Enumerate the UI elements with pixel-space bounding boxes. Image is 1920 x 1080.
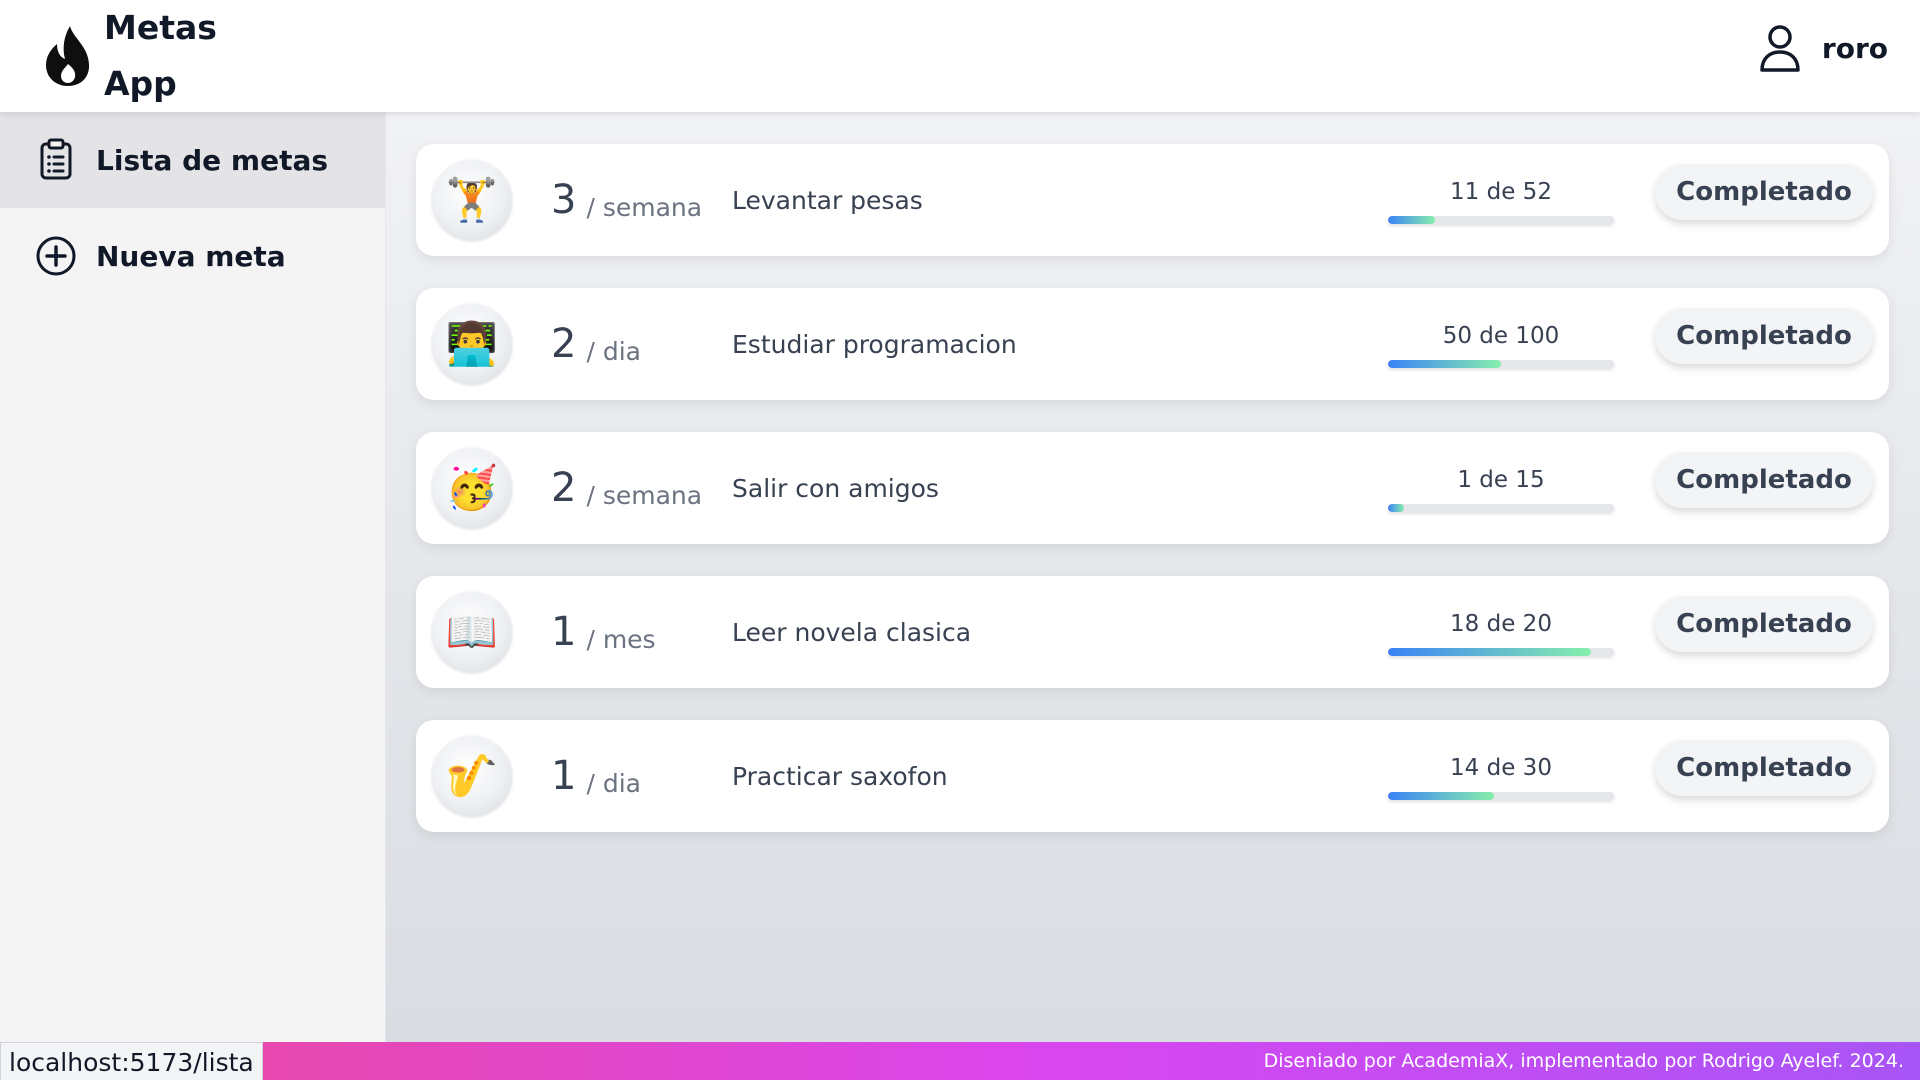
goal-frequency: 2 / dia [551,288,641,400]
progress-text: 50 de 100 [1442,323,1560,349]
complete-button[interactable]: Completado [1655,596,1873,652]
weightlifting-icon: 🏋️ [432,160,512,240]
user-icon [1760,25,1800,72]
plus-circle-icon [36,236,76,276]
frequency-period: / mes [586,624,656,654]
progress-fill [1388,504,1404,512]
sidebar-item-label: Nueva meta [96,239,286,273]
sidebar: Lista de metas Nueva meta [0,112,386,1042]
complete-button[interactable]: Completado [1655,308,1873,364]
frequency-count: 3 [551,177,577,223]
progress-fill [1388,360,1501,368]
progress-bar [1388,792,1614,800]
app-header: Metas App roro [0,0,1920,112]
goal-title: Salir con amigos [732,473,939,503]
technologist-icon: 👨‍💻 [432,304,512,384]
goal-title: Leer novela clasica [732,617,972,647]
goal-title: Estudiar programacion [732,329,1017,359]
goal-card[interactable]: 👨‍💻 2 / dia Estudiar programacion 50 de … [416,288,1889,400]
footer: Diseniado por AcademiaX, implementado po… [0,1042,1920,1080]
goal-frequency: 1 / dia [551,720,641,832]
frequency-count: 2 [551,321,577,367]
goal-progress: 11 de 52 [1388,178,1614,224]
complete-button[interactable]: Completado [1655,164,1873,220]
goal-card[interactable]: 📖 1 / mes Leer novela clasica 18 de 20 C… [416,576,1889,688]
complete-button[interactable]: Completado [1655,452,1873,508]
goal-frequency: 3 / semana [551,144,702,256]
app-title: Metas App [104,8,217,103]
progress-bar [1388,504,1614,512]
sidebar-item-lista-de-metas[interactable]: Lista de metas [0,112,385,208]
progress-text: 18 de 20 [1450,611,1552,637]
frequency-count: 1 [551,609,577,655]
progress-fill [1388,216,1436,224]
progress-bar [1388,360,1614,368]
frequency-count: 2 [551,465,577,511]
frequency-period: / semana [586,192,703,222]
frequency-period: / semana [586,480,703,510]
progress-text: 11 de 52 [1450,179,1552,205]
progress-bar [1388,216,1614,224]
user-menu[interactable]: roro [1758,0,1888,96]
sidebar-item-nueva-meta[interactable]: Nueva meta [0,208,385,304]
progress-bar [1388,648,1614,656]
footer-credits: Diseniado por AcademiaX, implementado po… [1263,1050,1904,1072]
frequency-period: / dia [586,336,641,366]
main-content: 🏋️ 3 / semana Levantar pesas 11 de 52 Co… [386,112,1920,1042]
frequency-period: / dia [586,768,641,798]
username: roro [1821,31,1888,65]
goal-title: Practicar saxofon [732,761,948,791]
clipboard-list-icon [40,138,72,180]
status-bar-url: localhost:5173/lista [0,1042,263,1080]
sidebar-item-label: Lista de metas [96,143,329,177]
frequency-count: 1 [551,753,577,799]
open-book-icon: 📖 [432,592,512,672]
goal-card[interactable]: 🥳 2 / semana Salir con amigos 1 de 15 Co… [416,432,1889,544]
goal-frequency: 1 / mes [551,576,656,688]
progress-fill [1388,648,1592,656]
brand[interactable]: Metas App [40,0,217,112]
goal-progress: 50 de 100 [1388,322,1614,368]
saxophone-icon: 🎷 [432,736,512,816]
progress-text: 1 de 15 [1457,467,1545,493]
party-face-icon: 🥳 [432,448,512,528]
flame-icon [46,26,90,86]
complete-button[interactable]: Completado [1655,740,1873,796]
progress-fill [1388,792,1495,800]
goal-progress: 18 de 20 [1388,610,1614,656]
goal-card[interactable]: 🎷 1 / dia Practicar saxofon 14 de 30 Com… [416,720,1889,832]
progress-text: 14 de 30 [1450,755,1552,781]
goal-frequency: 2 / semana [551,432,702,544]
goal-progress: 14 de 30 [1388,754,1614,800]
goal-title: Levantar pesas [732,185,923,215]
goal-card[interactable]: 🏋️ 3 / semana Levantar pesas 11 de 52 Co… [416,144,1889,256]
goal-list: 🏋️ 3 / semana Levantar pesas 11 de 52 Co… [416,144,1889,864]
goal-progress: 1 de 15 [1388,466,1614,512]
